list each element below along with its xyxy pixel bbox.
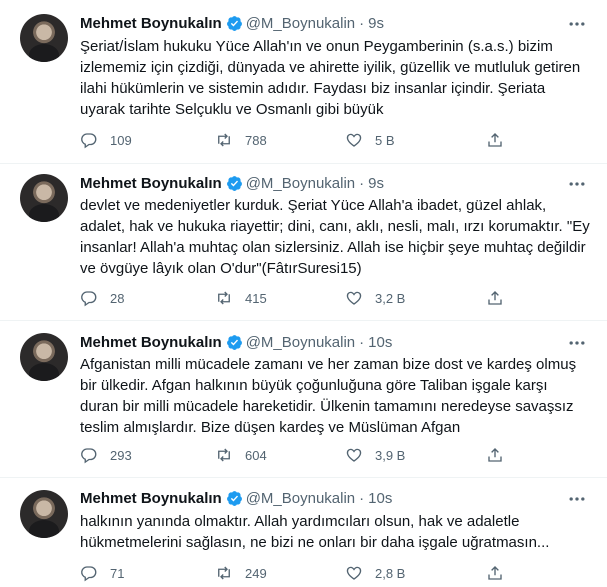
retweet-button[interactable]: 788 — [215, 129, 267, 151]
more-horizontal-icon[interactable] — [567, 14, 587, 34]
more-horizontal-icon[interactable] — [567, 489, 587, 509]
retweet-button[interactable]: 604 — [215, 444, 267, 466]
like-count: 3,9 B — [375, 447, 406, 463]
tweet[interactable]: Mehmet Boynukalın @M_Boynukalin · 9s Şer… — [0, 0, 607, 163]
author-name[interactable]: Mehmet Boynukalın — [80, 490, 222, 507]
separator-dot: · — [359, 174, 365, 192]
like-count: 2,8 B — [375, 565, 406, 581]
retweet-count: 604 — [245, 447, 267, 463]
retweet-count: 788 — [245, 132, 267, 148]
verified-badge-icon — [226, 334, 242, 350]
heart-icon — [346, 448, 362, 462]
reply-icon — [81, 566, 97, 582]
reply-count: 71 — [110, 565, 125, 581]
reply-button[interactable]: 28 — [80, 287, 124, 309]
author-handle[interactable]: @M_Boynukalin — [246, 334, 355, 351]
tweet-header: Mehmet Boynukalın @M_Boynukalin · 9s — [80, 12, 384, 34]
separator-dot: · — [359, 489, 365, 507]
separator-dot: · — [359, 333, 365, 351]
author-name[interactable]: Mehmet Boynukalın — [80, 175, 222, 192]
like-count: 5 B — [375, 132, 395, 148]
like-count: 3,2 B — [375, 290, 406, 306]
author-name[interactable]: Mehmet Boynukalın — [80, 15, 222, 32]
tweet-time[interactable]: 10s — [368, 334, 392, 351]
share-button[interactable] — [486, 129, 504, 151]
tweet-header: Mehmet Boynukalın @M_Boynukalin · 10s — [80, 487, 392, 509]
reply-button[interactable]: 109 — [80, 129, 132, 151]
retweet-icon — [218, 566, 230, 580]
avatar[interactable] — [20, 14, 68, 62]
tweet-time[interactable]: 10s — [368, 490, 392, 507]
tweet-header: Mehmet Boynukalın @M_Boynukalin · 10s — [80, 331, 392, 353]
share-button[interactable] — [486, 287, 504, 309]
retweet-count: 249 — [245, 565, 267, 581]
tweet-actions: 28 415 3,2 B — [80, 287, 510, 309]
verified-badge-icon — [226, 490, 242, 506]
tweet-text: Afganistan milli mücadele zamanı ve her … — [80, 356, 577, 436]
reply-icon — [81, 133, 97, 149]
share-button[interactable] — [486, 562, 504, 584]
retweet-button[interactable]: 415 — [215, 287, 267, 309]
reply-count: 28 — [110, 290, 125, 306]
tweet-actions: 293 604 3,9 B — [80, 444, 510, 466]
tweet-time[interactable]: 9s — [368, 175, 384, 192]
retweet-count: 415 — [245, 290, 267, 306]
tweet-time[interactable]: 9s — [368, 15, 384, 32]
verified-badge-icon — [226, 15, 242, 31]
author-handle[interactable]: @M_Boynukalin — [246, 15, 355, 32]
heart-icon — [346, 291, 362, 305]
reply-button[interactable]: 71 — [80, 562, 124, 584]
retweet-icon — [218, 291, 230, 305]
tweet-feed: Mehmet Boynukalın @M_Boynukalin · 9s Şer… — [0, 0, 607, 587]
avatar[interactable] — [20, 174, 68, 222]
more-horizontal-icon[interactable] — [567, 174, 587, 194]
tweet[interactable]: Mehmet Boynukalın @M_Boynukalin · 9s dev… — [0, 164, 607, 319]
verified-badge-icon — [226, 175, 242, 191]
share-icon — [488, 448, 502, 462]
retweet-button[interactable]: 249 — [215, 562, 267, 584]
tweet-text: halkının yanında olmaktır. Allah yardımc… — [80, 513, 550, 551]
heart-icon — [346, 133, 362, 147]
tweet-actions: 71 249 2,8 B — [80, 562, 510, 584]
heart-icon — [346, 566, 362, 580]
tweet-actions: 109 788 5 B — [80, 129, 510, 151]
tweet[interactable]: Mehmet Boynukalın @M_Boynukalin · 10s Af… — [0, 321, 607, 477]
like-button[interactable]: 3,2 B — [345, 287, 405, 309]
share-icon — [488, 291, 502, 305]
retweet-icon — [218, 133, 230, 147]
reply-count: 293 — [110, 447, 132, 463]
like-button[interactable]: 3,9 B — [345, 444, 405, 466]
separator-dot: · — [359, 14, 365, 32]
like-button[interactable]: 5 B — [345, 129, 395, 151]
reply-icon — [81, 291, 97, 307]
reply-icon — [81, 448, 97, 464]
share-icon — [488, 133, 502, 147]
tweet-header: Mehmet Boynukalın @M_Boynukalin · 9s — [80, 172, 384, 194]
tweet-text: Şeriat/İslam hukuku Yüce Allah'ın ve onu… — [80, 38, 581, 118]
share-icon — [488, 566, 502, 580]
author-handle[interactable]: @M_Boynukalin — [246, 490, 355, 507]
avatar[interactable] — [20, 333, 68, 381]
more-horizontal-icon[interactable] — [567, 333, 587, 353]
like-button[interactable]: 2,8 B — [345, 562, 405, 584]
retweet-icon — [218, 448, 230, 462]
reply-button[interactable]: 293 — [80, 444, 132, 466]
tweet-text: devlet ve medeniyetler kurduk. Şeriat Yü… — [80, 197, 590, 277]
author-handle[interactable]: @M_Boynukalin — [246, 175, 355, 192]
reply-count: 109 — [110, 132, 132, 148]
author-name[interactable]: Mehmet Boynukalın — [80, 334, 222, 351]
tweet[interactable]: Mehmet Boynukalın @M_Boynukalin · 10s ha… — [0, 478, 607, 587]
avatar[interactable] — [20, 490, 68, 538]
share-button[interactable] — [486, 444, 504, 466]
